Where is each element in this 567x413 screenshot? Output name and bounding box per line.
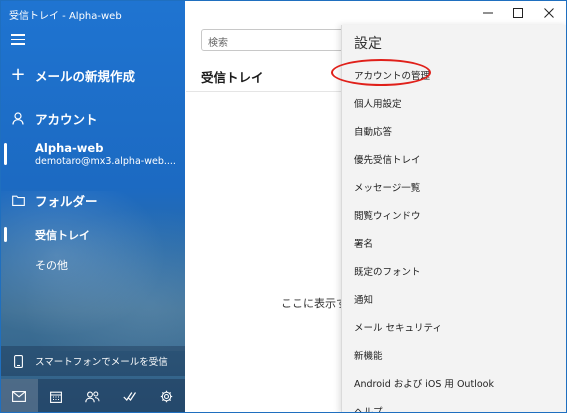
accounts-heading: アカウント — [35, 111, 98, 127]
accounts-header[interactable]: アカウント — [1, 107, 185, 129]
todo-icon[interactable] — [111, 379, 148, 412]
window-title: 受信トレイ - Alpha-web — [9, 11, 122, 22]
settings-title: 設定 — [354, 36, 382, 52]
background-mist — [1, 191, 185, 351]
bottom-nav-bar — [1, 379, 185, 412]
settings-item-outlook-mobile[interactable]: Android および iOS 用 Outlook — [354, 376, 494, 390]
minimize-icon[interactable] — [474, 1, 502, 25]
maximize-icon[interactable] — [504, 1, 532, 25]
settings-item-signature[interactable]: 署名 — [354, 236, 373, 250]
new-mail-label: メールの新規作成 — [35, 68, 136, 84]
message-list-title: 受信トレイ — [201, 70, 264, 85]
account-item-alpha-web[interactable]: Alpha-web demotaro@mx3.alpha-web.... — [1, 137, 185, 173]
selection-indicator — [4, 143, 7, 165]
search-input[interactable]: 検索 — [201, 29, 351, 51]
folder-label: 受信トレイ — [35, 229, 90, 242]
navigation-pane: 受信トレイ - Alpha-web + メールの新規作成 アカウント Alpha… — [1, 1, 185, 412]
hamburger-menu-icon[interactable] — [11, 34, 25, 45]
settings-item-help[interactable]: ヘルプ — [354, 404, 383, 412]
settings-item-focused-inbox[interactable]: 優先受信トレイ — [354, 152, 421, 166]
settings-panel: 設定 アカウントの管理 個人用設定 自動応答 優先受信トレイ メッセージ一覧 閲… — [341, 25, 566, 412]
settings-item-default-font[interactable]: 既定のフォント — [354, 264, 421, 278]
account-name: Alpha-web — [35, 141, 104, 155]
settings-item-manage-accounts[interactable]: アカウントの管理 — [354, 68, 430, 82]
settings-item-notifications[interactable]: 通知 — [354, 292, 373, 306]
account-email: demotaro@mx3.alpha-web.... — [35, 156, 176, 167]
settings-item-whats-new[interactable]: 新機能 — [354, 348, 383, 362]
close-icon[interactable] — [535, 1, 563, 25]
new-mail-button[interactable]: + メールの新規作成 — [1, 64, 185, 86]
folders-heading: フォルダー — [35, 193, 98, 209]
mail-window: 受信トレイ - Alpha-web + メールの新規作成 アカウント Alpha… — [0, 0, 567, 413]
settings-item-message-list[interactable]: メッセージ一覧 — [354, 180, 420, 194]
divider — [186, 91, 346, 92]
person-icon — [1, 111, 35, 125]
folders-header[interactable]: フォルダー — [1, 189, 185, 211]
settings-item-reading-pane[interactable]: 閲覧ウィンドウ — [354, 208, 421, 222]
folder-item-inbox[interactable]: 受信トレイ — [1, 223, 185, 245]
selection-indicator — [4, 227, 7, 242]
settings-icon[interactable] — [148, 379, 185, 412]
phone-icon — [1, 354, 35, 368]
plus-icon: + — [10, 64, 26, 85]
phone-prompt-label: スマートフォンでメールを受信 — [35, 357, 168, 368]
empty-list-text: ここに表示す — [281, 297, 347, 310]
mail-icon[interactable] — [1, 379, 38, 412]
calendar-icon[interactable] — [38, 379, 75, 412]
settings-item-automatic-replies[interactable]: 自動応答 — [354, 124, 392, 138]
people-icon[interactable] — [75, 379, 112, 412]
folder-item-other[interactable]: その他 — [35, 257, 68, 273]
settings-item-personalization[interactable]: 個人用設定 — [354, 96, 402, 110]
settings-item-email-security[interactable]: メール セキュリティ — [354, 320, 442, 334]
folder-icon — [1, 195, 35, 206]
get-mail-on-phone-button[interactable]: スマートフォンでメールを受信 — [1, 346, 185, 376]
